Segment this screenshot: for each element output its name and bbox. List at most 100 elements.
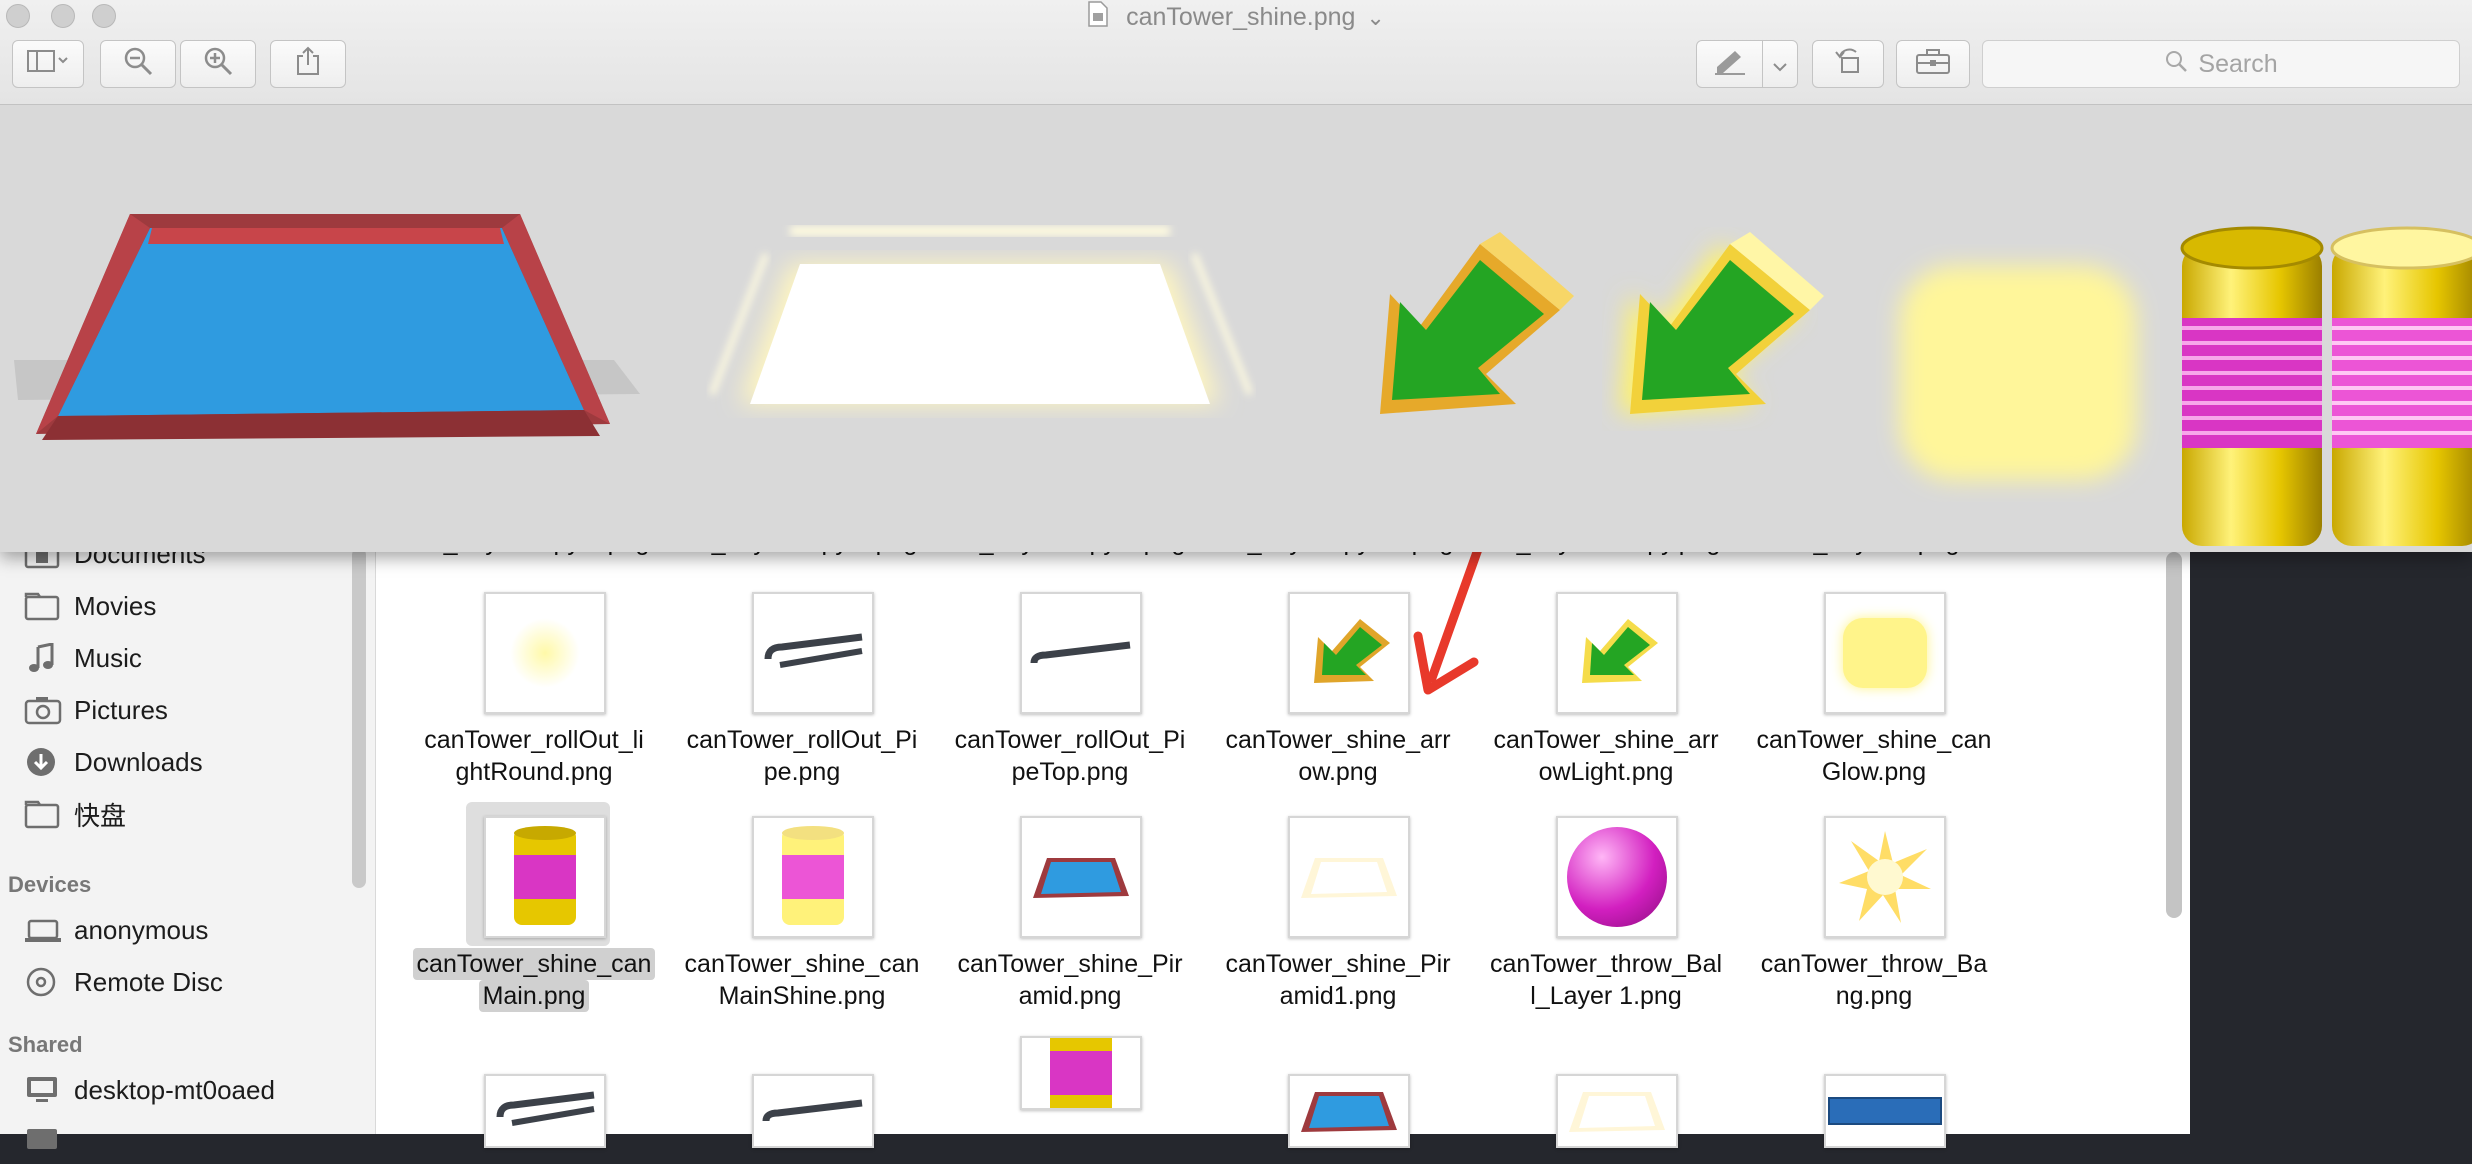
sidebar-item-music[interactable]: Music	[24, 636, 142, 680]
sidebar-item-partial[interactable]	[24, 1120, 74, 1164]
rotate-button[interactable]	[1812, 40, 1884, 88]
file-item[interactable]: canTower_shine_Pir amid.png	[936, 816, 1204, 1040]
can-main-thumbnail[interactable]	[484, 816, 606, 938]
sidebar-item-pictures[interactable]: Pictures	[24, 688, 168, 732]
file-name[interactable]: canTower_throw_Ba ng.png	[1740, 948, 2008, 1012]
file-name-line: Main.png	[478, 980, 590, 1012]
ball-thumbnail[interactable]	[1556, 816, 1678, 938]
sidebar-item-label: Music	[74, 642, 142, 673]
sidebar-item-downloads[interactable]: Downloads	[24, 740, 203, 784]
pipe-thumbnail[interactable]	[752, 592, 874, 714]
sidebar-toggle-button[interactable]	[12, 40, 84, 88]
file-name[interactable]: canTower_shine_Pir amid.png	[936, 948, 1204, 1012]
file-item[interactable]: canTower_shine_can MainShine.png	[668, 816, 936, 1040]
can-main-shine-thumbnail[interactable]	[752, 816, 874, 938]
file-item[interactable]: canTower_rollOut_li ghtRound.png	[400, 592, 668, 816]
file-name-line: canTower_shine_can	[684, 950, 920, 978]
search-field[interactable]: Search	[1982, 40, 2460, 88]
sidebar-section-devices: Devices	[8, 872, 92, 897]
can-stripe	[2332, 401, 2472, 405]
sidebar-section-shared: Shared	[8, 1032, 83, 1057]
light-round-thumbnail[interactable]	[484, 592, 606, 714]
can-main-thumbnail[interactable]	[1020, 1036, 1142, 1110]
file-name[interactable]: canTower_rollOut_Pi peTop.png	[936, 724, 1204, 788]
sidebar-item-anonymous[interactable]: anonymous	[24, 908, 208, 952]
toolbox-button[interactable]	[1896, 40, 1970, 88]
piramid1-thumbnail[interactable]	[1288, 816, 1410, 938]
chevron-down-icon: ⌄	[1366, 5, 1385, 30]
piramid-shine-sprite	[709, 226, 1253, 404]
file-name-line: canTower_shine_can	[1756, 726, 1992, 754]
file-name[interactable]: canTower_throw_Bal l_Layer 1.png	[1472, 948, 1740, 1012]
file-item[interactable]: canTower_rollOut_Pi pe.png	[668, 592, 936, 816]
file-name[interactable]: canTower_rollOut_Pi pe.png	[668, 724, 936, 788]
file-item[interactable]: canTower_shine_can Glow.png	[1740, 592, 2008, 816]
markup-options-button[interactable]	[1762, 40, 1798, 88]
file-name[interactable]: canTower_shine_arr ow.png	[1204, 724, 1472, 788]
zoom-in-button[interactable]	[180, 40, 256, 88]
file-name[interactable]: canTower_shine_arr owLight.png	[1472, 724, 1740, 788]
file-name-line: canTower_shine_Pir	[1225, 950, 1451, 978]
file-item[interactable]: canTower_shine_Pir amid1.png	[1204, 816, 1472, 1040]
rotate-icon	[1832, 46, 1864, 83]
file-item[interactable]: canTower_throw_Bal l_Layer 1.png	[1472, 816, 1740, 1040]
share-button[interactable]	[270, 40, 346, 88]
file-name[interactable]: canTower_shine_can Glow.png	[1740, 724, 2008, 788]
monitor-icon	[24, 1127, 62, 1157]
file-name[interactable]: canTower_shine_Pir amid1.png	[1204, 948, 1472, 1012]
sidebar-item-label: desktop-mt0oaed	[74, 1074, 275, 1105]
file-name-line: Glow.png	[1821, 758, 1927, 786]
zoom-out-button[interactable]	[100, 40, 176, 88]
piramid1-thumbnail[interactable]	[1556, 1074, 1678, 1148]
arrow-light-sprite	[1620, 232, 1824, 414]
markup-button[interactable]	[1696, 40, 1764, 88]
arrow-light-thumbnail[interactable]	[1556, 592, 1678, 714]
pipe-thumbnail[interactable]	[484, 1074, 606, 1148]
sidebar-scrollbar[interactable]	[352, 548, 366, 888]
file-icon	[1087, 1, 1109, 36]
zoom-in-icon	[203, 46, 233, 83]
pipe-top-thumbnail[interactable]	[1020, 592, 1142, 714]
can-glow-thumbnail[interactable]	[1824, 592, 1946, 714]
can-stripe	[2182, 371, 2322, 375]
can-stripe	[2332, 416, 2472, 420]
bang-thumbnail[interactable]	[1824, 816, 1946, 938]
pipe-top-thumbnail[interactable]	[752, 1074, 874, 1148]
window-title[interactable]: canTower_shine.png ⌄	[0, 0, 2472, 36]
file-name-line: canTower_throw_Bal	[1489, 950, 1723, 978]
zoom-out-icon	[123, 46, 153, 83]
quicklook-window: canTower_shine.png ⌄ Search	[0, 0, 2472, 552]
search-icon	[2164, 49, 2188, 80]
file-item[interactable]: canTower_shine_can Main.png	[400, 802, 668, 1040]
sidebar-item-desktop-mt0oaed[interactable]: desktop-mt0oaed	[24, 1068, 275, 1112]
monitor-icon	[24, 1075, 62, 1105]
sidebar: Documents Movies Music Pictures Download…	[0, 539, 376, 1149]
file-item[interactable]: canTower_rollOut_Pi peTop.png	[936, 592, 1204, 816]
sidebar-item-remote-disc[interactable]: Remote Disc	[24, 960, 223, 1004]
can-stripe	[2332, 326, 2472, 330]
piramid-thumbnail[interactable]	[1288, 1074, 1410, 1148]
file-name-line: canTower_rollOut_Pi	[954, 726, 1186, 754]
file-name[interactable]: canTower_rollOut_li ghtRound.png	[400, 724, 668, 788]
sidebar-item-movies[interactable]: Movies	[24, 584, 156, 628]
blue-bar-thumbnail[interactable]	[1824, 1074, 1946, 1148]
markup-pen-icon	[1713, 47, 1747, 82]
can-stripe	[2332, 341, 2472, 345]
movies-folder-icon	[24, 591, 62, 621]
sidebar-item-kuaipan[interactable]: 快盘	[24, 792, 126, 836]
file-item[interactable]: canTower_throw_Ba ng.png	[1740, 816, 2008, 1040]
image-preview	[14, 214, 2472, 546]
can-stripe	[2182, 326, 2322, 330]
can-stripe	[2332, 371, 2472, 375]
file-name-line: amid.png	[1018, 982, 1122, 1010]
content-scrollbar[interactable]	[2166, 552, 2182, 918]
file-name-line: ow.png	[1298, 758, 1378, 786]
can-stripe	[2332, 431, 2472, 435]
can-stripe	[2182, 416, 2322, 420]
sidebar-item-label: 快盘	[74, 800, 127, 831]
share-icon	[294, 46, 322, 83]
file-name[interactable]: canTower_shine_can Main.png	[400, 948, 668, 1012]
sidebar-item-label: Movies	[74, 590, 157, 621]
piramid-thumbnail[interactable]	[1020, 816, 1142, 938]
file-name[interactable]: canTower_shine_can MainShine.png	[668, 948, 936, 1012]
